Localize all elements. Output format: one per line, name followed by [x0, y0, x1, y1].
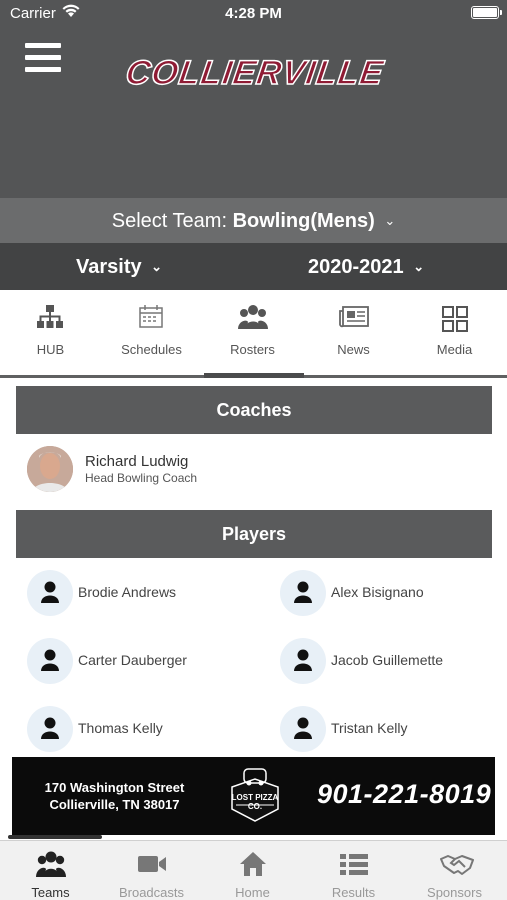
tab-label: Media — [436, 342, 473, 357]
tab-results[interactable]: Results — [303, 841, 404, 900]
tab-news[interactable]: News — [303, 290, 404, 375]
section-tabs: HUB Schedules Rosters News Media — [0, 290, 507, 378]
person-icon — [41, 717, 59, 739]
clock: 4:28 PM — [225, 5, 282, 22]
avatar — [280, 706, 326, 752]
team-select-value: Bowling(Mens) — [232, 210, 375, 232]
list-icon — [340, 854, 368, 875]
avatar — [280, 638, 326, 684]
person-icon — [294, 581, 312, 603]
sponsor-banner[interactable]: 170 Washington Street Collierville, TN 3… — [12, 757, 495, 835]
list-item[interactable]: Jacob Guillemette — [280, 638, 507, 684]
sponsor-phone: 901-221-8019 — [317, 779, 492, 809]
person-icon — [294, 717, 312, 739]
tab-teams[interactable]: Teams — [0, 841, 101, 900]
calendar-icon — [139, 305, 163, 328]
avatar — [27, 706, 73, 752]
tab-schedules[interactable]: Schedules — [101, 290, 202, 375]
avatar — [27, 570, 73, 616]
coaches-header: Coaches — [16, 386, 492, 434]
tab-media[interactable]: Media — [404, 290, 505, 375]
battery-icon — [471, 6, 502, 19]
coach-role: Head Bowling Coach — [85, 471, 198, 485]
level-selector[interactable]: Varsity ⌄ — [76, 256, 162, 279]
player-name: Thomas Kelly — [78, 720, 163, 736]
chevron-down-icon: ⌄ — [151, 259, 163, 274]
coach-name: Richard Ludwig — [85, 453, 189, 470]
home-icon — [240, 852, 266, 876]
player-name: Carter Dauberger — [78, 652, 187, 668]
tab-rosters[interactable]: Rosters — [202, 290, 303, 375]
sponsor-logo-text: LOST PIZZA CO. — [231, 793, 279, 811]
video-camera-icon — [138, 856, 166, 872]
grid-icon — [442, 306, 468, 332]
newspaper-icon — [339, 306, 369, 328]
chevron-down-icon: ⌄ — [413, 259, 425, 274]
sponsor-address: 170 Washington Street Collierville, TN 3… — [12, 779, 217, 813]
person-icon — [294, 649, 312, 671]
tab-hub[interactable]: HUB — [0, 290, 101, 375]
player-name: Alex Bisignano — [331, 584, 424, 600]
players-header: Players — [16, 510, 492, 558]
hierarchy-icon — [37, 305, 63, 328]
tab-label: Rosters — [230, 342, 275, 357]
tab-broadcasts[interactable]: Broadcasts — [101, 841, 202, 900]
address-line-2: Collierville, TN 38017 — [49, 797, 180, 812]
tab-label: HUB — [36, 342, 65, 357]
list-item[interactable]: Alex Bisignano — [280, 570, 507, 616]
handshake-icon — [440, 855, 474, 875]
team-selector[interactable]: Select Team: Bowling(Mens) ⌄ — [0, 198, 507, 243]
list-item[interactable]: Carter Dauberger — [27, 638, 257, 684]
bottom-tab-bar: Teams Broadcasts Home Results Sponsors — [0, 840, 507, 900]
address-line-1: 170 Washington Street — [44, 780, 185, 795]
level-value: Varsity — [76, 256, 142, 278]
player-name: Tristan Kelly — [331, 720, 408, 736]
player-name: Jacob Guillemette — [331, 652, 444, 668]
team-select-label: Select Team: — [111, 210, 227, 232]
avatar — [27, 446, 73, 492]
list-item[interactable]: Thomas Kelly — [27, 706, 257, 752]
tab-label: Results — [331, 885, 376, 900]
chevron-down-icon: ⌄ — [384, 213, 396, 228]
tab-label: Schedules — [121, 342, 182, 357]
tab-home[interactable]: Home — [202, 841, 303, 900]
person-icon — [41, 581, 59, 603]
school-logo: COLLIERVILLE — [123, 53, 387, 93]
tab-label: Teams — [31, 885, 70, 900]
tab-label: Sponsors — [427, 885, 482, 900]
banner-scroll-indicator — [8, 835, 102, 839]
person-icon — [41, 649, 59, 671]
level-season-bar: Varsity ⌄ 2020-2021 ⌄ — [0, 243, 507, 290]
tab-label: News — [337, 342, 370, 357]
tab-label: Home — [235, 885, 270, 900]
hamburger-menu-icon[interactable] — [25, 43, 61, 73]
avatar — [280, 570, 326, 616]
sponsor-logo: LOST PIZZA CO. — [224, 765, 286, 827]
tab-sponsors[interactable]: Sponsors — [404, 841, 505, 900]
list-item[interactable]: Brodie Andrews — [27, 570, 257, 616]
app-header: Carrier 4:28 PM COLLIERVILLE — [0, 0, 507, 198]
season-selector[interactable]: 2020-2021 ⌄ — [308, 256, 424, 279]
teams-icon — [36, 851, 66, 877]
player-name: Brodie Andrews — [78, 584, 177, 600]
active-tab-indicator — [204, 373, 304, 378]
avatar — [27, 638, 73, 684]
group-icon — [238, 305, 268, 329]
list-item[interactable]: Tristan Kelly — [280, 706, 507, 752]
tab-label: Broadcasts — [118, 885, 185, 900]
status-bar: Carrier 4:28 PM — [0, 0, 507, 28]
season-value: 2020-2021 — [308, 256, 404, 278]
